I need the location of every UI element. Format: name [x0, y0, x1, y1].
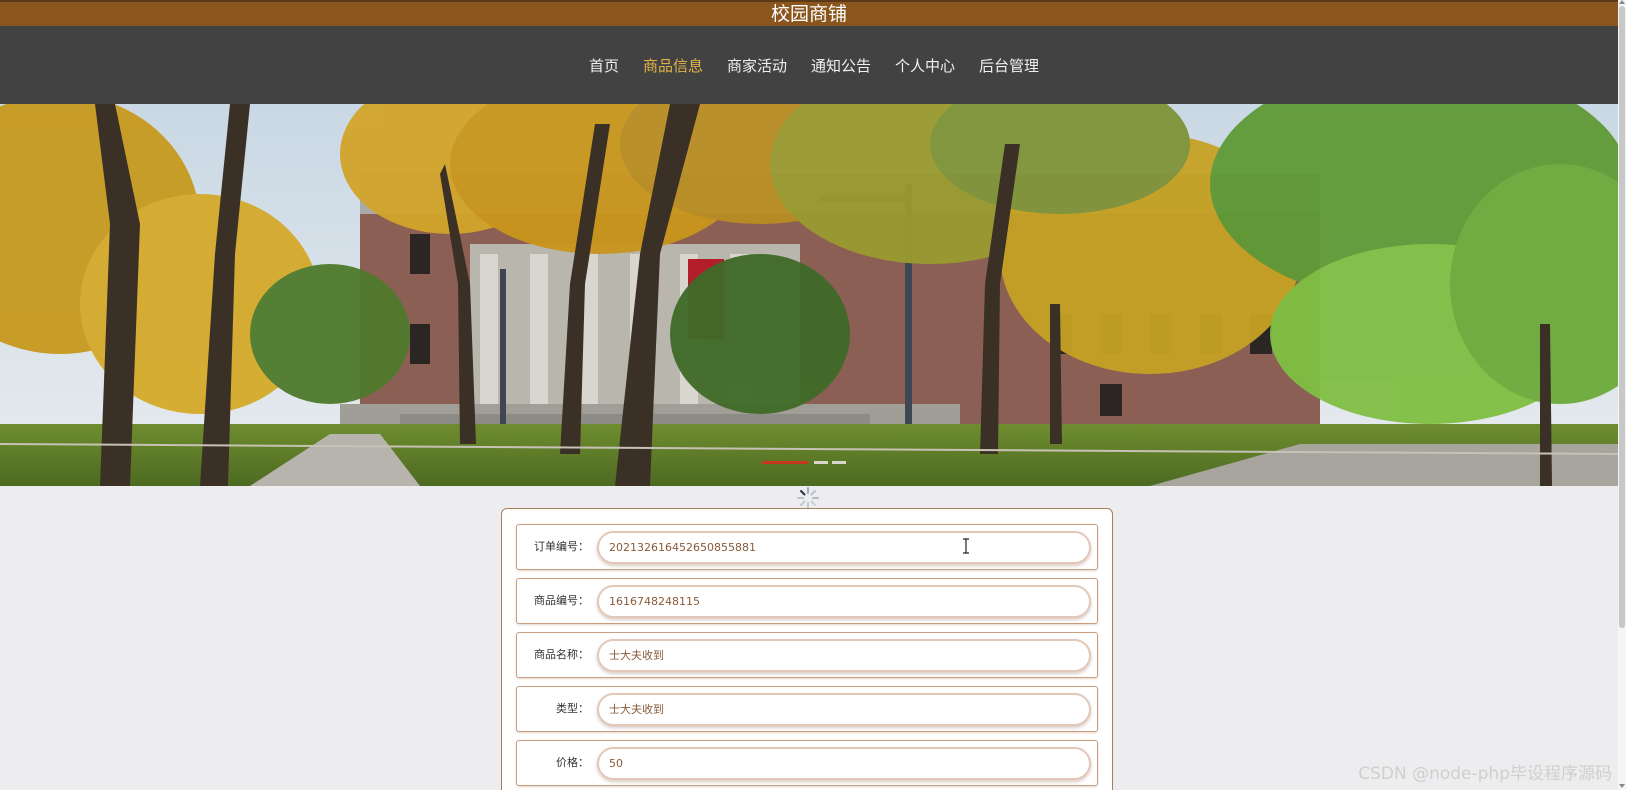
text-cursor-icon	[962, 538, 970, 554]
main-nav: 首页 商品信息 商家活动 通知公告 个人中心 后台管理	[0, 26, 1618, 104]
order-no-label: 订单编号：	[534, 540, 589, 553]
scrollbar-thumb[interactable]	[1619, 6, 1625, 628]
nav-item-home[interactable]: 首页	[589, 55, 619, 76]
form-row-price: 价格： 50	[516, 740, 1098, 786]
watermark-text: CSDN @node-php毕设程序源码	[1358, 764, 1612, 784]
site-header: 校园商铺	[0, 0, 1618, 26]
order-detail-form: 订单编号： 202132616452650855881 商品编号： 161674…	[501, 508, 1113, 790]
product-no-field[interactable]: 1616748248115	[597, 585, 1091, 618]
price-field[interactable]: 50	[597, 747, 1091, 780]
type-label: 类型：	[556, 702, 589, 715]
form-row-product-name: 商品名称： 士大夫收到	[516, 632, 1098, 678]
nav-item-products[interactable]: 商品信息	[643, 55, 703, 76]
price-label: 价格：	[556, 756, 589, 769]
banner-carousel[interactable]	[0, 104, 1618, 486]
nav-item-admin[interactable]: 后台管理	[979, 55, 1039, 76]
nav-item-merchant-events[interactable]: 商家活动	[727, 55, 787, 76]
product-name-label: 商品名称：	[534, 648, 589, 661]
site-title: 校园商铺	[770, 3, 847, 25]
product-no-label: 商品编号：	[534, 594, 589, 607]
scroll-up-icon[interactable]	[1619, 0, 1625, 4]
form-row-order-no: 订单编号： 202132616452650855881	[516, 524, 1098, 570]
order-no-field[interactable]: 202132616452650855881	[597, 531, 1091, 564]
page-scrollbar[interactable]	[1618, 0, 1626, 790]
scroll-down-icon[interactable]	[1619, 784, 1625, 788]
nav-item-notices[interactable]: 通知公告	[811, 55, 871, 76]
form-row-type: 类型： 士大夫收到	[516, 686, 1098, 732]
product-name-field[interactable]: 士大夫收到	[597, 639, 1091, 672]
campus-banner-image	[0, 104, 1618, 486]
nav-item-personal-center[interactable]: 个人中心	[895, 55, 955, 76]
type-field[interactable]: 士大夫收到	[597, 693, 1091, 726]
form-row-product-no: 商品编号： 1616748248115	[516, 578, 1098, 624]
loading-spinner-icon	[796, 486, 820, 510]
